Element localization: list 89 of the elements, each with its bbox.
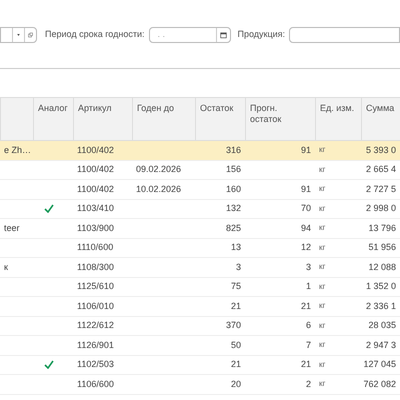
table-cell: кг [319,378,326,390]
table-row[interactable]: 1125/610 75 1 кг 1 352 0 [0,278,400,297]
table-cell-text: 13 [230,241,241,254]
table-cell-text: 21 [300,358,311,371]
table-cell-text: 1 352 0 [366,280,396,293]
table-cell-text: 1125/610 [77,280,114,293]
table-cell: кг [319,222,326,234]
period-label: Период срока годности: [45,28,144,42]
table-cell-text: 28 035 [368,319,396,332]
table-cell: кг [319,300,326,312]
table-cell-text: 1110/600 [77,241,114,254]
table-cell-text: 2 336 1 [366,300,396,312]
table-cell-text: 132 [226,202,241,215]
table-cell: кг [319,144,326,156]
table-cell: кг [319,202,326,215]
table-cell: кг [319,358,326,371]
column-header[interactable]: Аналог [38,103,69,114]
table-cell-text: 1106/600 [77,378,114,390]
table-cell-text: 1103/900 [77,222,114,234]
table-cell-text: 127 045 [363,358,396,371]
table-cell-text: 2 998 0 [366,202,396,215]
table-cell: кг [319,164,326,176]
table-cell-text: к [4,260,8,274]
table-cell-text: 2 [306,378,311,390]
table-cell: кг [319,280,326,293]
table-cell-text: 1100/402 [77,182,114,196]
table-row[interactable]: 1100/402 09.02.2026 156 кг 2 665 4 [0,160,400,180]
table-cell-text: 10.02.2026 [136,182,182,196]
table-cell-text: 21 [230,358,241,371]
table-cell: кг [319,183,326,196]
table-cell-text: 12 [300,241,311,254]
table-cell-text: 2 727 5 [366,182,396,196]
table-cell-text: 1103/410 [77,202,114,215]
table-row[interactable]: 1103/410 132 70 кг 2 998 0 [0,200,400,219]
table-cell-text: 825 [226,222,241,234]
product-field[interactable] [289,27,400,43]
open-icon[interactable] [24,28,36,42]
table-cell-text: 3 [306,260,311,274]
table-cell-text: 5 393 0 [366,144,396,156]
table-cell: кг [319,339,326,352]
table-row[interactable]: e Zh… 1100/402 316 91 кг 5 393 0 [0,141,400,160]
table-cell-text: 12 088 [368,260,396,274]
table-cell-text: 1100/402 [77,163,114,176]
table-cell-text: 21 [230,300,241,312]
table-cell-text: 91 [300,144,311,156]
table-cell-text: 94 [300,222,311,234]
table-cell-text: 09.02.2026 [136,163,182,176]
table-cell-text: 156 [226,163,241,176]
table-cell-text: 20 [230,378,241,390]
table-cell-text: 70 [300,202,311,215]
table-cell-text: e Zh… [4,144,32,156]
column-header[interactable]: Артикул [78,103,128,114]
table-cell-text: teer [4,222,20,234]
table-cell-text: 21 [300,300,311,312]
table-cell: кг [319,261,326,274]
table-cell-text: 160 [226,182,241,196]
table-row[interactable]: 1110/600 13 12 кг 51 956 [0,238,400,258]
table-cell-text: 2 665 4 [366,163,396,176]
column-header[interactable]: Ед. изм. [320,103,357,114]
table-cell-text: 370 [226,319,241,332]
table-cell-text: 91 [300,182,311,196]
table-cell-text: 2 947 3 [366,338,396,352]
table-cell-text: 50 [230,338,241,352]
table-cell-text: 13 796 [368,222,396,234]
table-cell-text: 3 [236,260,241,274]
table-cell-text: 6 [306,319,311,332]
table-cell-text: 1108/300 [77,260,114,274]
table-cell-text: 762 082 [363,378,396,390]
table-cell-text: 1100/402 [77,144,114,156]
table-cell-text: 7 [306,338,311,352]
calendar-icon[interactable] [216,28,230,42]
column-header[interactable]: Прогн. остаток [250,103,311,125]
table-cell-text: 1102/503 [77,358,114,371]
column-header[interactable]: Остаток [200,103,241,114]
table-cell-text: 1126/901 [77,338,114,352]
table-cell-text: 1106/010 [77,300,114,312]
table-cell-text: 316 [226,144,241,156]
table-cell-text: 51 956 [368,241,396,254]
column-header[interactable]: Годен до [137,103,191,114]
table-cell-text: 1 [306,280,311,293]
table-row[interactable]: 1122/612 370 6 кг 28 035 [0,316,400,336]
column-header[interactable]: Сумма [366,103,396,114]
dropdown-field[interactable] [0,27,37,43]
table-cell-text: 75 [230,280,241,293]
product-label: Продукция: [238,28,286,42]
table-row[interactable]: 1102/503 21 21 кг 127 045 [0,356,400,375]
table-cell-text: 1122/612 [77,319,114,332]
table-cell: кг [319,242,326,254]
table-cell: кг [319,320,326,332]
